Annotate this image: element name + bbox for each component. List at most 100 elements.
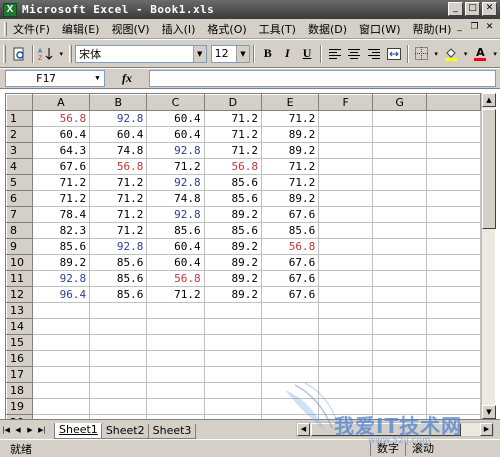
cell[interactable] (372, 366, 428, 383)
borders-button[interactable] (413, 45, 431, 63)
cell[interactable] (31, 382, 91, 399)
horizontal-scroll-thumb[interactable] (311, 423, 461, 436)
cell[interactable] (203, 350, 262, 367)
vertical-scrollbar[interactable]: ▲ ▼ (481, 93, 496, 419)
cell[interactable]: 56.8 (31, 110, 91, 127)
cell[interactable] (260, 302, 320, 319)
cell[interactable] (372, 286, 428, 303)
cell[interactable] (89, 382, 148, 399)
cell[interactable] (372, 350, 428, 367)
cell[interactable]: 85.6 (203, 222, 262, 239)
menu-window[interactable]: 窗口(W) (353, 21, 406, 37)
cell[interactable] (260, 334, 320, 351)
font-name-select[interactable]: 宋体 ▼ (75, 44, 207, 63)
font-color-dropdown-button[interactable]: ▾ (491, 45, 499, 63)
insert-function-button[interactable]: fx (105, 71, 149, 86)
toolbar-grip[interactable] (69, 44, 73, 63)
cell[interactable] (426, 142, 481, 159)
row-header[interactable]: 13 (6, 302, 33, 319)
cell[interactable] (31, 398, 91, 415)
align-center-button[interactable] (346, 45, 364, 63)
cell[interactable] (372, 222, 428, 239)
cell[interactable] (260, 350, 320, 367)
cell[interactable]: 60.4 (146, 110, 205, 127)
sort-ascending-button[interactable]: A Z (38, 45, 56, 63)
row-header[interactable]: 6 (6, 190, 33, 207)
minimize-button[interactable]: _ (448, 2, 463, 16)
cell[interactable]: 71.2 (203, 110, 262, 127)
cell[interactable] (318, 334, 374, 351)
cell[interactable]: 56.8 (260, 238, 320, 255)
cell[interactable] (31, 366, 91, 383)
menu-edit[interactable]: 编辑(E) (56, 21, 106, 37)
cell[interactable] (146, 350, 205, 367)
cell[interactable] (372, 238, 428, 255)
cell[interactable] (426, 382, 481, 399)
tab-sheet1[interactable]: Sheet1 (54, 422, 103, 439)
cell[interactable] (318, 318, 374, 335)
cell[interactable]: 60.4 (146, 254, 205, 271)
cell[interactable]: 85.6 (203, 190, 262, 207)
cell[interactable] (146, 398, 205, 415)
cell[interactable] (372, 190, 428, 207)
cell[interactable] (426, 158, 481, 175)
cell[interactable] (318, 142, 374, 159)
cell[interactable] (203, 334, 262, 351)
doc-close-button[interactable]: ✕ (483, 22, 496, 34)
cell[interactable] (203, 302, 262, 319)
cell[interactable] (318, 238, 374, 255)
first-sheet-button[interactable]: |◀ (0, 423, 12, 437)
row-header[interactable]: 1 (6, 110, 33, 127)
cell[interactable]: 89.2 (203, 254, 262, 271)
cell[interactable] (426, 190, 481, 207)
fill-color-dropdown-button[interactable]: ▾ (462, 45, 470, 63)
cell[interactable]: 71.2 (146, 286, 205, 303)
cell[interactable] (203, 366, 262, 383)
underline-button[interactable]: U (298, 45, 316, 63)
scroll-up-button[interactable]: ▲ (482, 93, 496, 107)
cell[interactable] (372, 110, 428, 127)
cell[interactable]: 92.8 (146, 206, 205, 223)
cell[interactable] (426, 254, 481, 271)
cell[interactable]: 71.2 (31, 174, 91, 191)
cell[interactable] (31, 302, 91, 319)
cell[interactable]: 67.6 (31, 158, 91, 175)
cell[interactable] (318, 398, 374, 415)
row-header[interactable]: 12 (6, 286, 33, 303)
toolbar-grip[interactable] (3, 44, 6, 63)
row-header[interactable]: 8 (6, 222, 33, 239)
cell[interactable] (426, 366, 481, 383)
cell[interactable]: 89.2 (203, 270, 262, 287)
vertical-scroll-thumb[interactable] (482, 109, 496, 229)
row-header[interactable]: 17 (6, 366, 33, 383)
cell[interactable]: 56.8 (146, 270, 205, 287)
cell[interactable]: 71.2 (260, 158, 320, 175)
bold-button[interactable]: B (259, 45, 277, 63)
scroll-left-button[interactable]: ◀ (297, 423, 310, 436)
cell[interactable] (31, 318, 91, 335)
close-button[interactable]: ✕ (482, 2, 497, 16)
column-header-blank[interactable] (426, 94, 481, 111)
cell[interactable] (372, 270, 428, 287)
cell[interactable] (146, 334, 205, 351)
cell[interactable] (426, 334, 481, 351)
cell[interactable]: 71.2 (203, 142, 262, 159)
row-header[interactable]: 3 (6, 142, 33, 159)
cell[interactable] (31, 350, 91, 367)
name-box[interactable]: F17 ▼ (5, 70, 105, 87)
cell[interactable]: 85.6 (89, 286, 148, 303)
cell[interactable]: 85.6 (31, 238, 91, 255)
cell[interactable] (318, 110, 374, 127)
cell[interactable]: 85.6 (89, 254, 148, 271)
select-all-corner[interactable] (6, 94, 33, 111)
cell[interactable] (372, 334, 428, 351)
cell[interactable] (318, 222, 374, 239)
cell[interactable] (426, 270, 481, 287)
cell[interactable] (260, 382, 320, 399)
cell[interactable] (426, 302, 481, 319)
cell[interactable]: 60.4 (31, 126, 91, 143)
menu-tools[interactable]: 工具(T) (253, 21, 302, 37)
cell[interactable]: 82.3 (31, 222, 91, 239)
formula-input[interactable] (149, 70, 496, 87)
cell[interactable]: 67.6 (260, 270, 320, 287)
